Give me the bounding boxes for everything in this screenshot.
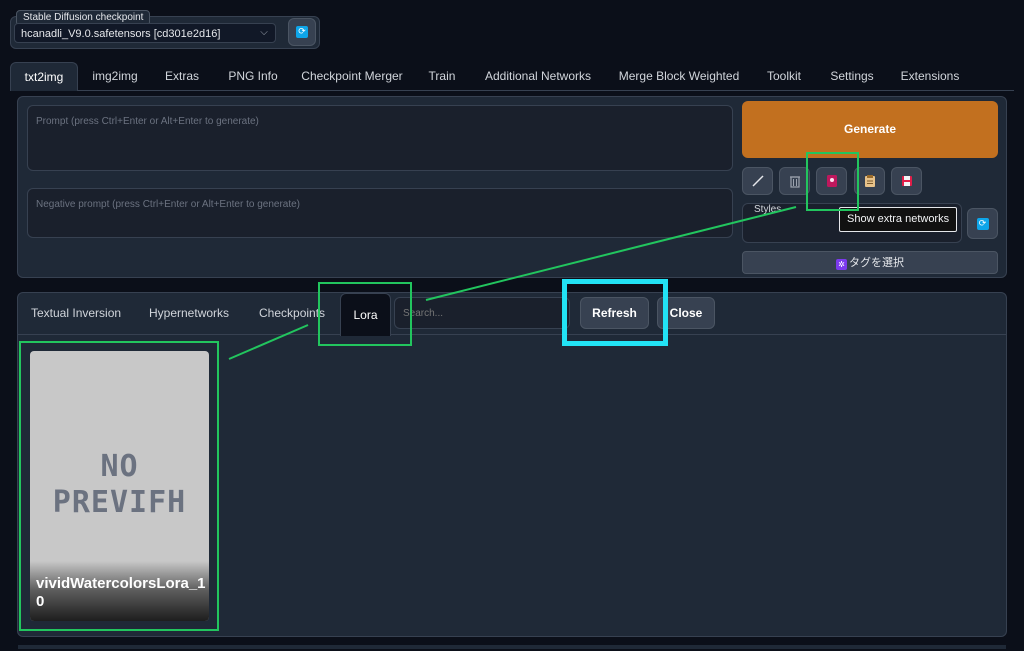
annotation-box-extra-networks bbox=[806, 152, 859, 211]
annotation-line bbox=[228, 324, 309, 360]
annotation-box-lora-tab bbox=[318, 282, 412, 346]
annotation-box-lora-card bbox=[19, 341, 219, 631]
annotation-box-refresh bbox=[562, 279, 668, 346]
